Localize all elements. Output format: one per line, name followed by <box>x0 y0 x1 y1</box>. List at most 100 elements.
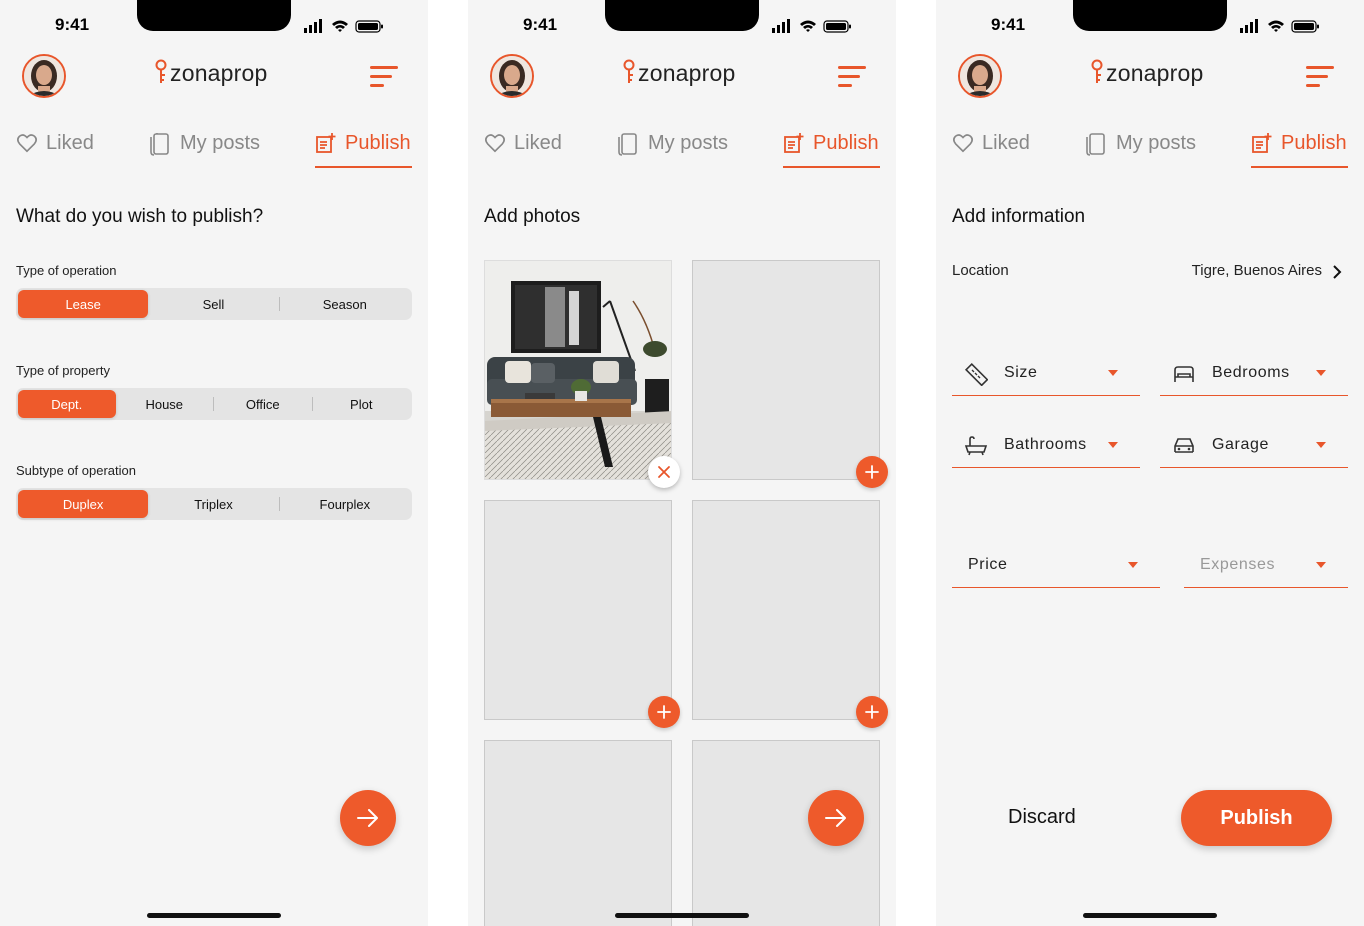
avatar[interactable] <box>22 54 66 98</box>
photo-slot-5[interactable] <box>484 740 672 926</box>
publish-icon <box>1252 133 1272 153</box>
tab-my-posts[interactable]: My posts <box>1086 132 1196 168</box>
brand-name: zonaprop <box>638 59 736 86</box>
living-room-photo <box>485 261 671 479</box>
tab-publish-label: Publish <box>813 132 879 154</box>
key-icon <box>155 59 167 83</box>
tab-my-posts[interactable]: My posts <box>618 132 728 168</box>
document-icon <box>1086 133 1105 156</box>
key-icon <box>1091 59 1103 83</box>
location-row[interactable]: Location Tigre, Buenos Aires <box>952 262 1348 286</box>
segment-duplex[interactable]: Duplex <box>18 490 149 518</box>
subtype-label: Subtype of operation <box>16 463 136 478</box>
price-dropdown[interactable]: Price <box>952 542 1160 588</box>
brand-name: zonaprop <box>1106 59 1204 86</box>
add-photo-button[interactable] <box>856 456 888 488</box>
bedrooms-label: Bedrooms <box>1212 364 1290 381</box>
add-photo-button[interactable] <box>856 696 888 728</box>
home-indicator <box>615 913 749 918</box>
screen-add-photos: 9:41 zonaprop Liked My posts Publish Add… <box>468 0 896 926</box>
add-photo-button[interactable] <box>648 696 680 728</box>
subtype-segmented-control: Duplex Triplex Fourplex <box>16 488 412 520</box>
tab-my-posts-label: My posts <box>180 132 261 154</box>
bathrooms-label: Bathrooms <box>1004 436 1087 453</box>
tab-liked[interactable]: Liked <box>16 132 94 168</box>
segment-house[interactable]: House <box>116 390 214 418</box>
garage-dropdown[interactable]: Garage <box>1160 422 1348 468</box>
status-time: 9:41 <box>523 15 558 34</box>
caret-down-icon <box>1316 562 1326 568</box>
bed-icon <box>1174 366 1194 382</box>
segment-lease[interactable]: Lease <box>18 290 149 318</box>
status-icons <box>1240 19 1319 33</box>
arrow-right-icon <box>357 809 378 827</box>
page-title: What do you wish to publish? <box>16 206 264 227</box>
caret-down-icon <box>1316 370 1326 376</box>
segment-triplex[interactable]: Triplex <box>148 490 278 518</box>
screen-publish-type: 9:41 zonaprop Liked My posts Publish Wha… <box>0 0 428 926</box>
avatar[interactable] <box>490 54 534 98</box>
next-button[interactable] <box>340 790 396 846</box>
bedrooms-dropdown[interactable]: Bedrooms <box>1160 350 1348 396</box>
next-button[interactable] <box>808 790 864 846</box>
tab-my-posts[interactable]: My posts <box>150 132 260 168</box>
tab-publish[interactable]: Publish <box>783 132 880 168</box>
remove-photo-button[interactable] <box>648 456 680 488</box>
home-indicator <box>1083 913 1217 918</box>
notch <box>605 0 759 31</box>
tab-liked-label: Liked <box>982 132 1030 154</box>
screen-add-information: 9:41 zonaprop Liked My posts Publish Add… <box>936 0 1364 926</box>
menu-icon[interactable] <box>370 66 400 88</box>
notch <box>1073 0 1227 31</box>
tab-liked[interactable]: Liked <box>952 132 1030 168</box>
caret-down-icon <box>1108 442 1118 448</box>
photo-slot-1[interactable] <box>484 260 672 480</box>
photo-slot-3[interactable] <box>484 500 672 720</box>
document-icon <box>150 133 169 156</box>
arrow-right-icon <box>825 809 846 827</box>
segment-fourplex[interactable]: Fourplex <box>280 490 410 518</box>
segment-sell[interactable]: Sell <box>148 290 278 318</box>
operation-label: Type of operation <box>16 263 117 278</box>
tab-publish[interactable]: Publish <box>315 132 412 168</box>
tab-bar: Liked My posts Publish <box>484 132 880 168</box>
bathrooms-dropdown[interactable]: Bathrooms <box>952 422 1140 468</box>
caret-down-icon <box>1128 562 1138 568</box>
heart-icon <box>953 134 973 153</box>
tab-liked[interactable]: Liked <box>484 132 562 168</box>
status-time: 9:41 <box>991 15 1026 34</box>
tab-publish[interactable]: Publish <box>1251 132 1348 168</box>
tab-liked-label: Liked <box>514 132 562 154</box>
menu-icon[interactable] <box>1306 66 1336 88</box>
menu-icon[interactable] <box>838 66 868 88</box>
heart-icon <box>485 134 505 153</box>
tab-liked-label: Liked <box>46 132 94 154</box>
tab-bar: Liked My posts Publish <box>16 132 412 168</box>
page-title: Add information <box>952 206 1086 227</box>
status-time: 9:41 <box>55 15 90 34</box>
tab-my-posts-label: My posts <box>1116 132 1197 154</box>
chevron-right-icon <box>1333 265 1342 279</box>
segment-season[interactable]: Season <box>280 290 410 318</box>
photo-slot-4[interactable] <box>692 500 880 720</box>
publish-button[interactable]: Publish <box>1181 790 1332 846</box>
segment-office[interactable]: Office <box>214 390 312 418</box>
status-icons <box>304 19 383 33</box>
operation-segmented-control: Lease Sell Season <box>16 288 412 320</box>
status-icons <box>772 19 851 33</box>
expenses-dropdown[interactable]: Expenses <box>1184 542 1348 588</box>
photo-slot-2[interactable] <box>692 260 880 480</box>
ruler-icon <box>964 362 988 386</box>
plus-icon <box>865 705 879 719</box>
publish-icon <box>784 133 804 153</box>
size-dropdown[interactable]: Size <box>952 350 1140 396</box>
segment-dept[interactable]: Dept. <box>18 390 116 418</box>
notch <box>137 0 291 31</box>
segment-plot[interactable]: Plot <box>313 390 411 418</box>
brand-name: zonaprop <box>170 59 268 86</box>
discard-button[interactable]: Discard <box>1008 806 1076 829</box>
avatar[interactable] <box>958 54 1002 98</box>
expenses-label: Expenses <box>1200 556 1276 573</box>
close-icon <box>658 466 670 478</box>
plus-icon <box>657 705 671 719</box>
